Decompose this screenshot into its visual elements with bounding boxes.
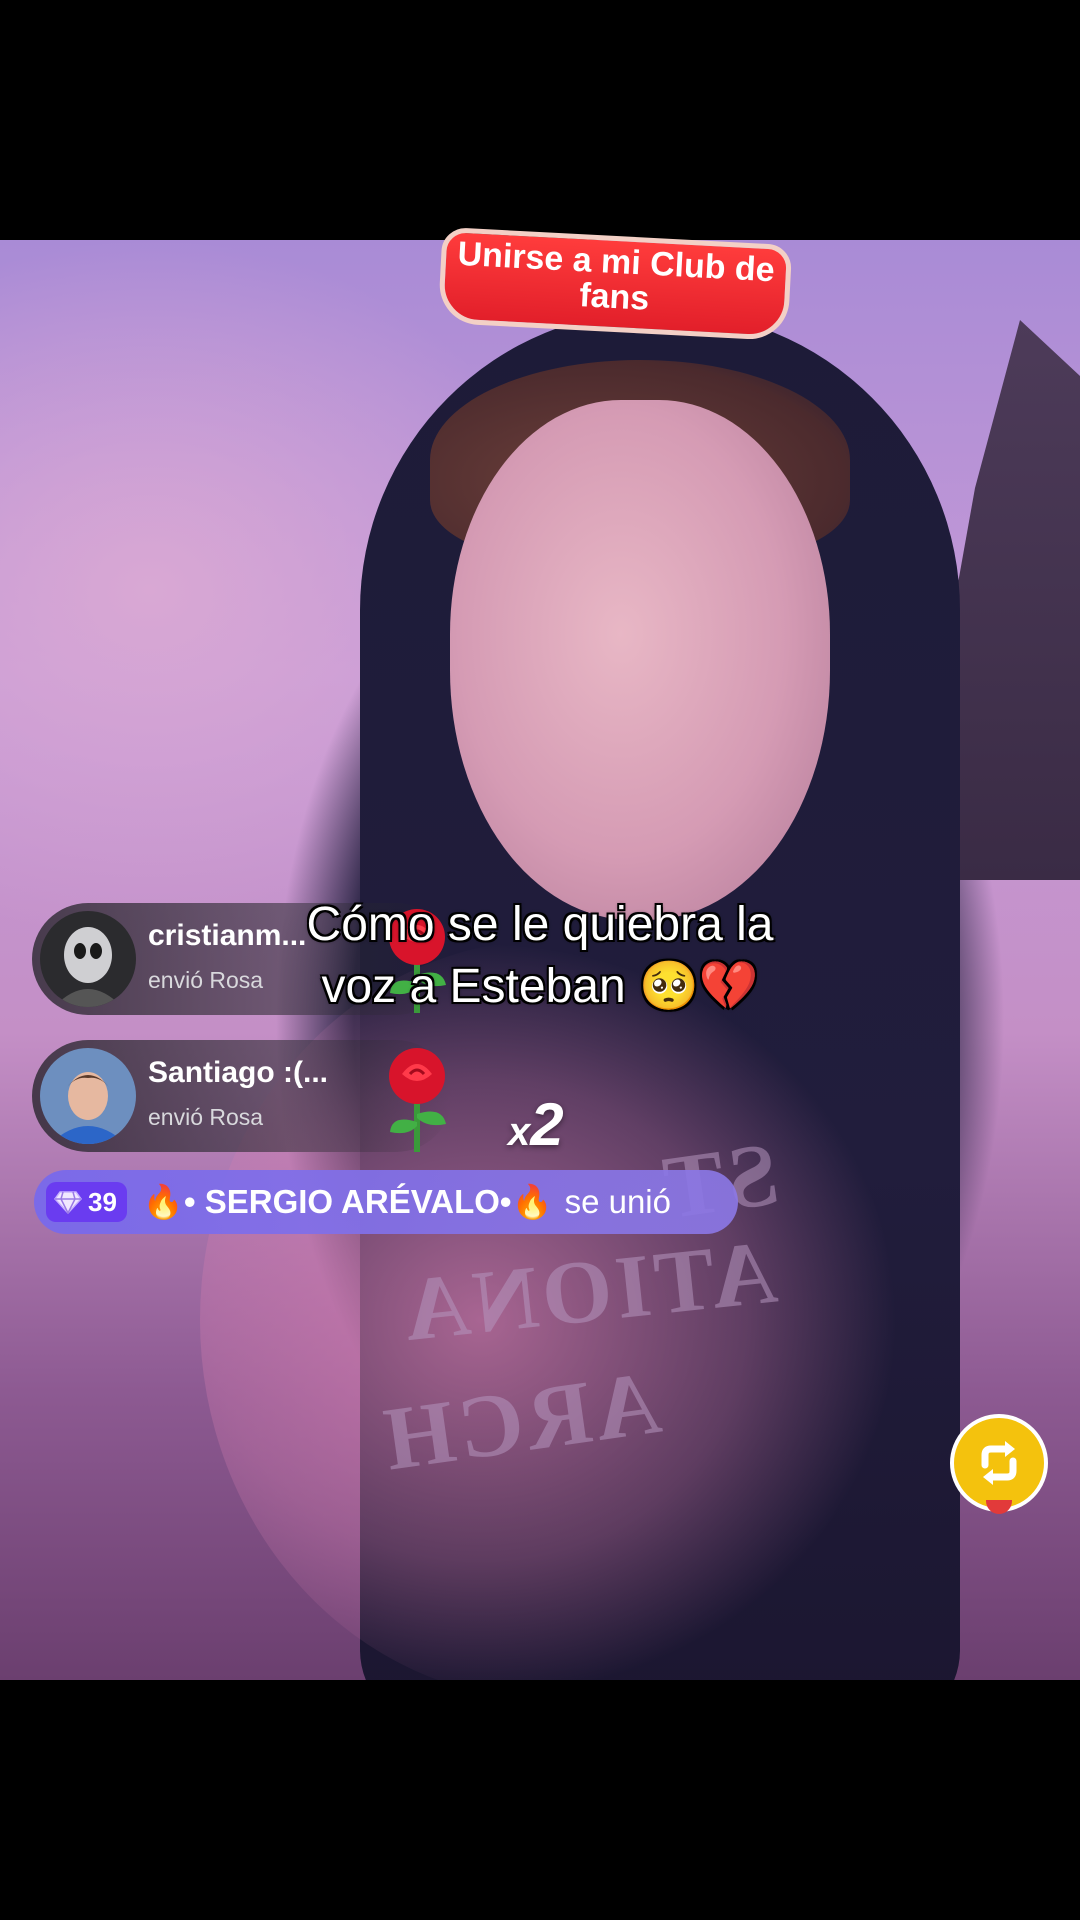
person-face <box>450 400 830 920</box>
screen: ST ATIONA ARCH Unirse a mi Club de fans … <box>0 0 1080 1920</box>
joined-text: 🔥• SERGIO ARÉVALO•🔥 se unió <box>143 1183 671 1222</box>
caption-line2: voz a Esteban 🥺💔 <box>321 960 759 1013</box>
avatar[interactable] <box>40 1048 136 1144</box>
diamond-icon <box>54 1191 82 1214</box>
gift-sender-name[interactable]: Santiago :(... <box>148 1056 328 1090</box>
multiplier-value: 2 <box>530 1091 564 1158</box>
gift-action-text: envió Rosa <box>148 1104 264 1130</box>
user-joined-notification: 39 🔥• SERGIO ARÉVALO•🔥 se unió <box>34 1170 738 1234</box>
joined-action: se unió <box>564 1182 671 1220</box>
level-badge: 39 <box>46 1182 127 1222</box>
repost-button[interactable] <box>950 1414 1048 1512</box>
gift-multiplier: x2 <box>508 1090 564 1159</box>
avatar[interactable] <box>40 911 136 1007</box>
rose-icon <box>372 1044 462 1154</box>
caption-line1: Cómo se le quiebra la <box>306 898 774 951</box>
video-caption: Cómo se le quiebra la voz a Esteban 🥺💔 <box>240 894 840 1018</box>
fan-club-join-banner[interactable]: Unirse a mi Club de fans <box>437 226 793 342</box>
joined-username[interactable]: 🔥• SERGIO ARÉVALO•🔥 <box>143 1183 553 1220</box>
multiplier-prefix: x <box>508 1110 531 1154</box>
repost-icon <box>981 1441 1017 1485</box>
level-number: 39 <box>88 1186 117 1217</box>
